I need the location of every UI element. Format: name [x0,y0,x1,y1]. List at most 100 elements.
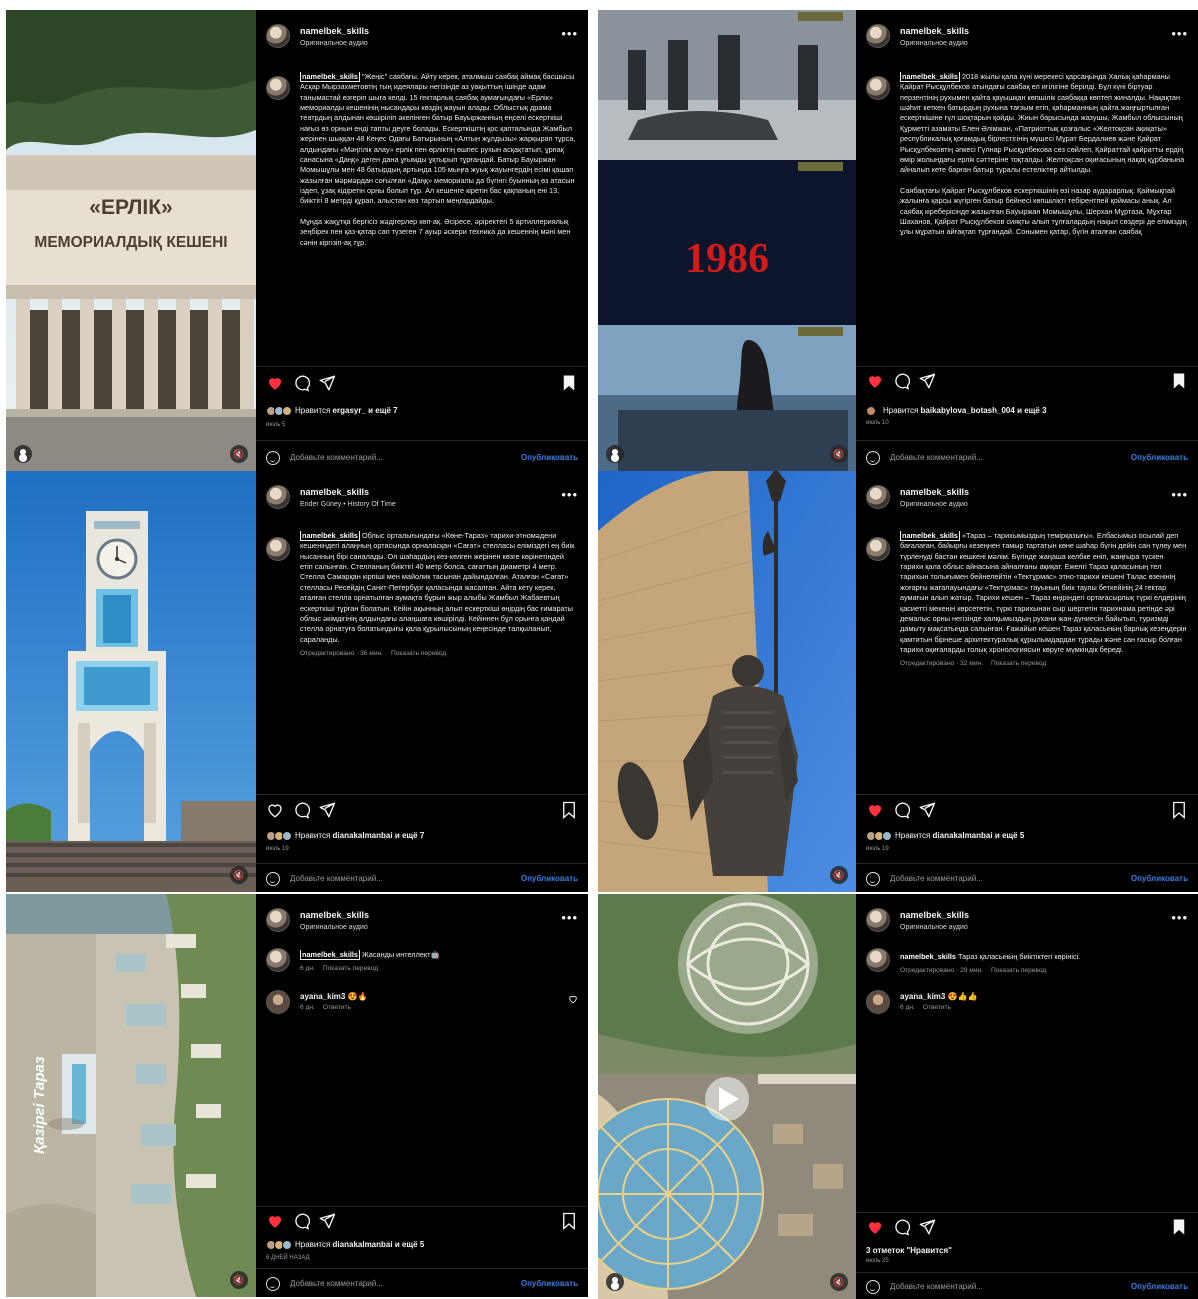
comment-input[interactable]: Добавьте комментарий... [290,1279,383,1288]
likes-suffix[interactable]: и ещё 3 [1017,406,1046,415]
caption-username[interactable]: namelbek_skills [300,72,360,82]
comment-like-icon[interactable] [568,994,578,1004]
likes-count[interactable]: 3 отметок "Нравится" [866,1246,952,1255]
audio-label[interactable]: Оригинальное аудио [300,924,368,931]
comment-icon[interactable] [892,801,910,819]
post-media-1[interactable]: «ЕРЛІК» МЕМОРИАЛДЫҚ КЕШЕНІ 🔇 [6,10,256,471]
publish-button[interactable]: Опубликовать [1131,453,1188,462]
show-translation-link[interactable]: Показать перевод [991,967,1046,974]
commenter-name[interactable]: ayana_kim3 [300,992,345,1001]
caption-username[interactable]: namelbek_skills [300,950,360,960]
caption-avatar[interactable] [866,537,890,561]
comment-icon[interactable] [292,374,310,392]
bookmark-filled-icon[interactable] [560,374,578,392]
post-media-4[interactable]: 🔇 [598,471,856,892]
commenter-name[interactable]: ayana_kim3 [900,992,945,1001]
caption-username[interactable]: namelbek_skills [900,952,956,961]
mute-icon[interactable]: 🔇 [230,445,248,463]
publish-button[interactable]: Опубликовать [1131,1282,1188,1291]
tagged-user-icon[interactable] [606,1273,624,1291]
emoji-icon[interactable] [266,1277,280,1291]
avatar[interactable] [266,485,290,509]
publish-button[interactable]: Опубликовать [521,453,578,462]
avatar[interactable] [266,24,290,48]
likes-user[interactable]: ergasyr_ [333,406,366,415]
share-icon[interactable] [918,801,936,819]
more-options-icon[interactable]: ••• [1171,26,1188,41]
likes-suffix[interactable]: и ещё 5 [995,831,1024,840]
comment-input[interactable]: Добавьте комментарий... [890,1282,983,1291]
emoji-icon[interactable] [266,451,280,465]
bookmark-filled-icon[interactable] [1170,372,1188,390]
emoji-icon[interactable] [866,872,880,886]
username[interactable]: namelbek_skills [300,910,369,920]
audio-label[interactable]: Ender Güney • History Of Time [300,501,396,508]
reply-link[interactable]: Ответить [323,1004,351,1011]
more-options-icon[interactable]: ••• [561,487,578,502]
more-options-icon[interactable]: ••• [1171,910,1188,925]
caption-avatar[interactable] [866,76,890,100]
comment-icon[interactable] [292,801,310,819]
post-media-5[interactable]: Қазіргі Тараз 🔇 [6,894,256,1297]
emoji-icon[interactable] [866,451,880,465]
username[interactable]: namelbek_skills [900,26,969,36]
audio-label[interactable]: Оригинальное аудио [300,40,368,47]
mute-icon[interactable]: 🔇 [230,1271,248,1289]
heart-filled-icon[interactable] [866,372,884,390]
caption-avatar[interactable] [866,948,890,972]
tagged-user-icon[interactable] [606,445,624,463]
mute-icon[interactable]: 🔇 [830,445,848,463]
comment-input[interactable]: Добавьте комментарий... [290,874,383,883]
avatar[interactable] [266,908,290,932]
more-options-icon[interactable]: ••• [561,910,578,925]
likes-suffix[interactable]: и ещё 7 [368,406,397,415]
comment-icon[interactable] [292,1212,310,1230]
share-icon[interactable] [318,1212,336,1230]
mute-icon[interactable]: 🔇 [830,866,848,884]
emoji-icon[interactable] [266,872,280,886]
share-icon[interactable] [318,374,336,392]
heart-filled-icon[interactable] [866,801,884,819]
show-translation-link[interactable]: Показать перевод [391,650,446,657]
username[interactable]: namelbek_skills [300,487,369,497]
avatar[interactable] [866,24,890,48]
bookmark-outline-icon[interactable] [560,801,578,819]
more-options-icon[interactable]: ••• [1171,487,1188,502]
username[interactable]: namelbek_skills [900,910,969,920]
caption-username[interactable]: namelbek_skills [900,531,960,541]
commenter-avatar[interactable] [866,990,890,1014]
caption-avatar[interactable] [266,948,290,972]
publish-button[interactable]: Опубликовать [521,1279,578,1288]
mute-icon[interactable]: 🔇 [830,1273,848,1291]
caption-avatar[interactable] [266,537,290,561]
audio-label[interactable]: Оригинальное аудио [900,924,968,931]
reply-link[interactable]: Ответить [923,1004,951,1011]
heart-filled-icon[interactable] [266,374,284,392]
likes-user[interactable]: dianakalmanbai [933,831,993,840]
username[interactable]: namelbek_skills [300,26,369,36]
audio-label[interactable]: Оригинальное аудио [900,40,968,47]
likes-user[interactable]: baikabylova_botash_004 [921,406,1015,415]
bookmark-outline-icon[interactable] [1170,801,1188,819]
post-media-3[interactable]: 🔇 [6,471,256,892]
show-translation-link[interactable]: Показать перевод [991,660,1046,667]
tagged-user-icon[interactable] [14,445,32,463]
likes-suffix[interactable]: и ещё 7 [395,831,424,840]
share-icon[interactable] [918,372,936,390]
post-media-6[interactable]: 🔇 [598,894,856,1299]
comment-icon[interactable] [892,1218,910,1236]
comment-input[interactable]: Добавьте комментарий... [890,453,983,462]
comment-input[interactable]: Добавьте комментарий... [290,453,383,462]
username[interactable]: namelbek_skills [900,487,969,497]
commenter-avatar[interactable] [266,990,290,1014]
heart-outline-icon[interactable] [266,801,284,819]
publish-button[interactable]: Опубликовать [521,874,578,883]
caption-username[interactable]: namelbek_skills [300,531,360,541]
avatar[interactable] [866,485,890,509]
heart-filled-icon[interactable] [866,1218,884,1236]
likes-suffix[interactable]: и ещё 5 [395,1240,424,1249]
bookmark-filled-icon[interactable] [1170,1218,1188,1236]
comment-icon[interactable] [892,372,910,390]
share-icon[interactable] [318,801,336,819]
post-media-2[interactable]: 1986 🔇 [598,10,856,471]
